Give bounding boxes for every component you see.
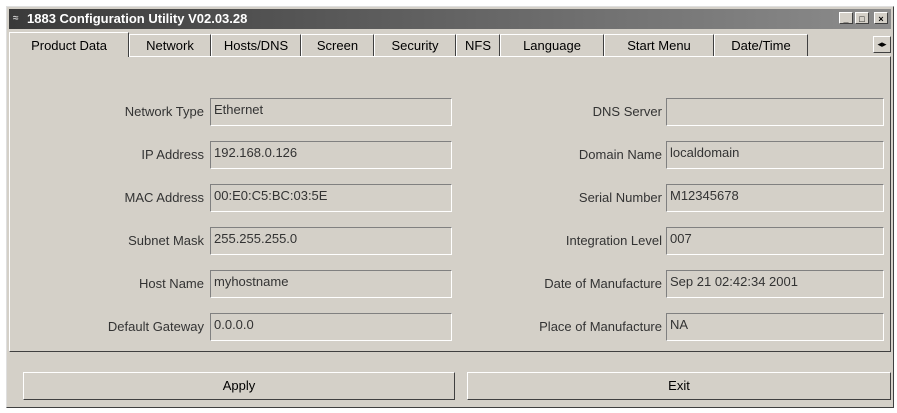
place-of-manufacture-label: Place of Manufacture — [539, 319, 662, 334]
mac-address-field[interactable]: 00:E0:C5:BC:03:5E — [210, 184, 452, 212]
tab-security[interactable]: Security — [374, 34, 456, 56]
tab-date-time[interactable]: Date/Time — [714, 34, 808, 56]
title-bar[interactable]: ≈ 1883 Configuration Utility V02.03.28 _… — [9, 9, 891, 29]
tab-strip: Product Data Network Hosts/DNS Screen Se… — [9, 32, 893, 57]
network-type-label: Network Type — [124, 104, 204, 119]
integration-level-field[interactable]: 007 — [666, 227, 884, 255]
integration-level-label: Integration Level — [565, 233, 662, 248]
config-utility-window: ≈ 1883 Configuration Utility V02.03.28 _… — [6, 6, 894, 408]
maximize-button[interactable]: □ — [855, 12, 869, 24]
domain-name-field[interactable]: localdomain — [666, 141, 884, 169]
subnet-mask-field[interactable]: 255.255.255.0 — [210, 227, 452, 255]
network-type-field[interactable]: Ethernet — [210, 98, 452, 126]
tab-hosts-dns[interactable]: Hosts/DNS — [211, 34, 301, 56]
tab-nfs[interactable]: NFS — [456, 34, 500, 56]
default-gateway-field[interactable]: 0.0.0.0 — [210, 313, 452, 341]
button-bar: Apply Exit — [9, 354, 891, 406]
domain-name-label: Domain Name — [578, 147, 662, 162]
ip-address-field[interactable]: 192.168.0.126 — [210, 141, 452, 169]
apply-button[interactable]: Apply — [23, 372, 455, 400]
date-of-manufacture-label: Date of Manufacture — [544, 276, 662, 291]
product-data-panel: Network Type Ethernet IP Address 192.168… — [9, 56, 891, 352]
place-of-manufacture-field[interactable]: NA — [666, 313, 884, 341]
dns-server-field[interactable] — [666, 98, 884, 126]
host-name-field[interactable]: myhostname — [210, 270, 452, 298]
tab-language[interactable]: Language — [500, 34, 604, 56]
exit-button[interactable]: Exit — [467, 372, 891, 400]
host-name-label: Host Name — [138, 276, 204, 291]
dns-server-label: DNS Server — [592, 104, 662, 119]
ip-address-label: IP Address — [141, 147, 204, 162]
default-gateway-label: Default Gateway — [107, 319, 204, 334]
system-menu-icon[interactable]: ≈ — [13, 9, 19, 29]
tab-scroll-arrows-icon[interactable]: ◂▸ — [873, 36, 891, 53]
tab-screen[interactable]: Screen — [301, 34, 374, 56]
mac-address-label: MAC Address — [124, 190, 204, 205]
close-button[interactable]: × — [874, 12, 888, 24]
window-title: 1883 Configuration Utility V02.03.28 — [27, 11, 248, 26]
minimize-button[interactable]: _ — [839, 12, 853, 24]
tab-start-menu[interactable]: Start Menu — [604, 34, 714, 56]
tab-product-data[interactable]: Product Data — [9, 32, 129, 57]
subnet-mask-label: Subnet Mask — [128, 233, 204, 248]
serial-number-label: Serial Number — [578, 190, 662, 205]
date-of-manufacture-field[interactable]: Sep 21 02:42:34 2001 — [666, 270, 884, 298]
tab-network[interactable]: Network — [129, 34, 211, 56]
serial-number-field[interactable]: M12345678 — [666, 184, 884, 212]
